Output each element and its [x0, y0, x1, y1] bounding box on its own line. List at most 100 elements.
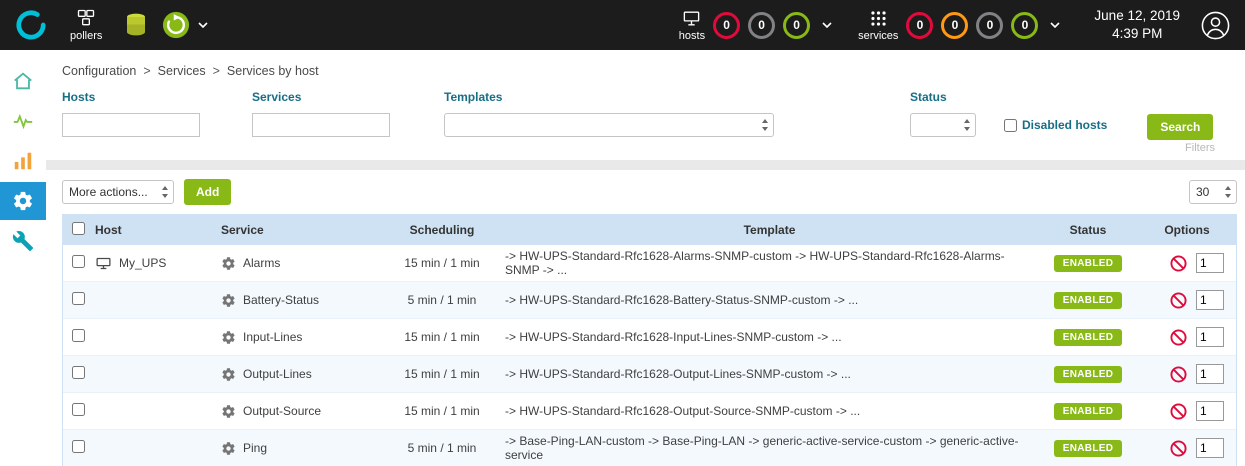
page-size-select[interactable]: 30: [1189, 180, 1237, 204]
table-header-row: Host Service Scheduling Template Status …: [63, 215, 1236, 245]
no-entry-icon[interactable]: [1170, 366, 1187, 383]
column-header-service[interactable]: Service: [217, 215, 383, 245]
no-entry-icon[interactable]: [1170, 292, 1187, 309]
options-count-input[interactable]: [1196, 438, 1224, 458]
row-checkbox[interactable]: [72, 440, 85, 453]
templates-filter-select[interactable]: [444, 113, 774, 137]
chevron-down-icon[interactable]: [822, 22, 832, 28]
service-name[interactable]: Output-Source: [243, 404, 321, 418]
service-name[interactable]: Alarms: [243, 256, 280, 270]
row-checkbox[interactable]: [72, 366, 85, 379]
services-filter-input[interactable]: [252, 113, 390, 137]
breadcrumb-item-configuration[interactable]: Configuration: [62, 64, 136, 78]
sidebar-item-reporting[interactable]: [0, 142, 46, 180]
counter-hosts-down[interactable]: 0: [713, 12, 740, 39]
service-cell[interactable]: Output-Lines: [221, 367, 379, 382]
options-count-input[interactable]: [1196, 364, 1224, 384]
service-cell[interactable]: Alarms: [221, 256, 379, 271]
more-actions-select[interactable]: More actions...: [62, 180, 174, 204]
table-row: My_UPS Alarms 15 min / 1 min -> HW-UPS-S…: [63, 245, 1236, 282]
no-entry-icon[interactable]: [1170, 403, 1187, 420]
options-count-input[interactable]: [1196, 253, 1224, 273]
templates-filter-label: Templates: [444, 90, 774, 104]
service-name[interactable]: Ping: [243, 441, 267, 455]
no-entry-icon[interactable]: [1170, 255, 1187, 272]
host-cell: [91, 393, 217, 430]
home-icon: [12, 70, 34, 92]
counter-hosts-unreachable[interactable]: 0: [748, 12, 775, 39]
scheduling-cell: 15 min / 1 min: [383, 245, 501, 282]
column-header-scheduling[interactable]: Scheduling: [383, 215, 501, 245]
gear-icon: [12, 190, 34, 212]
counter-services-critical[interactable]: 0: [906, 12, 933, 39]
no-entry-icon[interactable]: [1170, 440, 1187, 457]
breadcrumb-item-services[interactable]: Services: [158, 64, 206, 78]
sidebar-item-home[interactable]: [0, 62, 46, 100]
pollers-label: pollers: [70, 30, 102, 42]
options-count-input[interactable]: [1196, 401, 1224, 421]
template-cell: -> HW-UPS-Standard-Rfc1628-Input-Lines-S…: [501, 319, 1038, 356]
column-header-options[interactable]: Options: [1138, 215, 1236, 245]
add-button[interactable]: Add: [184, 179, 231, 205]
hosts-icon: [682, 9, 701, 28]
scheduling-cell: 5 min / 1 min: [383, 282, 501, 319]
table-row: Ping 5 min / 1 min -> Base-Ping-LAN-cust…: [63, 430, 1236, 466]
host-name[interactable]: My_UPS: [119, 256, 166, 270]
counter-services-warning[interactable]: 0: [941, 12, 968, 39]
sidebar-item-monitoring[interactable]: [0, 102, 46, 140]
service-cell[interactable]: Output-Source: [221, 404, 379, 419]
sidebar-item-administration[interactable]: [0, 222, 46, 260]
actions-row: More actions... Add 30: [46, 170, 1245, 214]
user-menu[interactable]: [1200, 10, 1231, 41]
hosts-label: hosts: [679, 30, 705, 42]
chevron-down-icon[interactable]: [198, 22, 208, 28]
no-entry-icon[interactable]: [1170, 329, 1187, 346]
sidebar-item-configuration[interactable]: [0, 182, 46, 220]
disabled-hosts-label[interactable]: Disabled hosts: [1022, 118, 1107, 132]
disabled-hosts-checkbox[interactable]: [1004, 119, 1017, 132]
service-name[interactable]: Battery-Status: [243, 293, 319, 307]
counter-hosts-up[interactable]: 0: [783, 12, 810, 39]
options-count-input[interactable]: [1196, 327, 1224, 347]
counter-services-ok[interactable]: 0: [1011, 12, 1038, 39]
column-header-host[interactable]: Host: [91, 215, 217, 245]
services-menu[interactable]: services: [858, 9, 898, 42]
search-button[interactable]: Search: [1147, 114, 1213, 140]
services-table: Host Service Scheduling Template Status …: [62, 214, 1237, 466]
sidebar-navigation: [0, 50, 46, 466]
service-cell[interactable]: Battery-Status: [221, 293, 379, 308]
table-row: Output-Source 15 min / 1 min -> HW-UPS-S…: [63, 393, 1236, 430]
service-name[interactable]: Output-Lines: [243, 367, 312, 381]
filter-panel: Configuration>Services>Services by host …: [46, 50, 1245, 160]
centreon-logo[interactable]: [10, 10, 52, 40]
host-cell: [91, 282, 217, 319]
hosts-filter-input[interactable]: [62, 113, 200, 137]
counter-services-unknown[interactable]: 0: [976, 12, 1003, 39]
gear-icon: [221, 330, 236, 345]
row-checkbox[interactable]: [72, 292, 85, 305]
select-all-checkbox[interactable]: [72, 222, 85, 235]
row-checkbox[interactable]: [72, 403, 85, 416]
top-navigation-bar: pollers hosts 0 0 0 services: [0, 0, 1245, 50]
pollers-menu[interactable]: pollers: [70, 8, 102, 42]
service-cell[interactable]: Ping: [221, 441, 379, 456]
options-count-input[interactable]: [1196, 290, 1224, 310]
database-icon: [124, 12, 148, 38]
hosts-menu[interactable]: hosts: [679, 9, 705, 42]
services-icon: [869, 9, 888, 28]
column-header-status[interactable]: Status: [1038, 215, 1138, 245]
host-cell: [91, 319, 217, 356]
service-cell[interactable]: Input-Lines: [221, 330, 379, 345]
service-name[interactable]: Input-Lines: [243, 330, 302, 344]
platform-status[interactable]: [162, 11, 208, 39]
row-checkbox[interactable]: [72, 255, 85, 268]
gear-icon: [221, 293, 236, 308]
status-filter-select[interactable]: [910, 113, 976, 137]
database-status[interactable]: [124, 12, 148, 38]
column-header-template[interactable]: Template: [501, 215, 1038, 245]
host-cell[interactable]: My_UPS: [95, 255, 213, 272]
chevron-down-icon[interactable]: [1050, 22, 1060, 28]
scheduling-cell: 15 min / 1 min: [383, 393, 501, 430]
row-checkbox[interactable]: [72, 329, 85, 342]
user-icon: [1200, 10, 1231, 41]
